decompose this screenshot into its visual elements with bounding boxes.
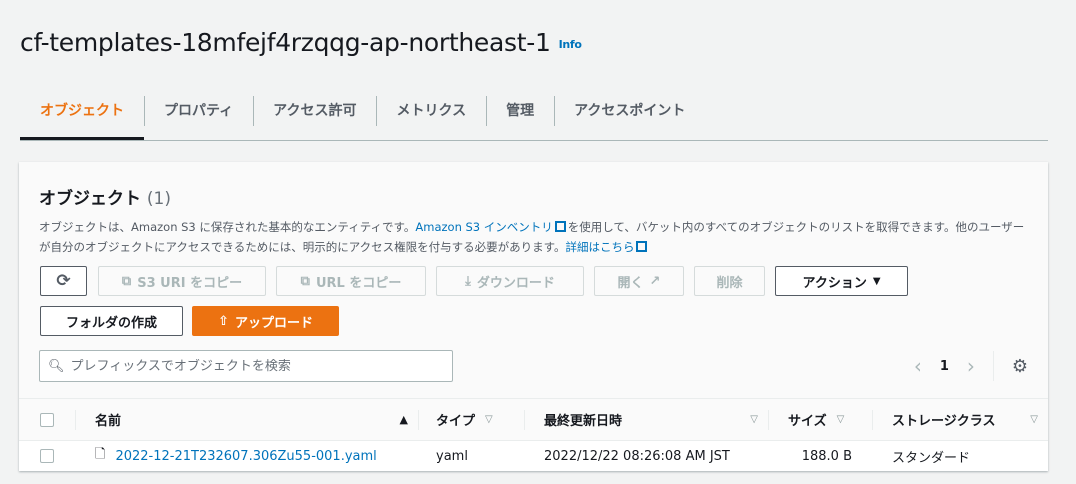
learn-more-link[interactable]: 詳細はこちら	[565, 240, 634, 254]
sort-icon: ▽	[750, 414, 758, 425]
page-number[interactable]: 1	[940, 359, 949, 374]
refresh-button[interactable]: ⟳	[40, 266, 87, 296]
modified-cell: 2022/12/22 08:26:08 AM JST	[544, 448, 730, 464]
sort-icon: ▽	[485, 414, 493, 425]
external-link-icon	[636, 241, 648, 252]
panel-title: オブジェクト (1)	[39, 189, 172, 209]
actions-dropdown[interactable]: アクション ▼	[775, 266, 908, 296]
search-icon: 🔍︎	[48, 358, 65, 374]
refresh-icon: ⟳	[56, 271, 71, 291]
objects-table: 名前 ▲ タイプ ▽ 最終更新日時 ▽ サイズ ▽ ストレージクラス ▽ 🗋 2022-12…	[19, 398, 1048, 471]
upload-button[interactable]: ⇧ アップロード	[192, 306, 339, 336]
delete-button[interactable]: 削除	[694, 266, 765, 296]
row-checkbox[interactable]	[40, 449, 54, 463]
column-type[interactable]: タイプ ▽	[418, 399, 524, 440]
info-link[interactable]: Info	[559, 38, 582, 51]
storage-class-cell: スタンダード	[892, 450, 971, 466]
sort-icon: ▽	[836, 414, 845, 425]
download-button[interactable]: ⤓ ダウンロード	[436, 266, 584, 296]
tab-objects[interactable]: オブジェクト	[20, 96, 144, 140]
panel-description: オブジェクトは、Amazon S3 に保存された基本的なエンティティです。Ama…	[39, 220, 1025, 254]
type-cell: yaml	[436, 448, 468, 464]
tab-access-points[interactable]: アクセスポイント	[554, 96, 705, 140]
external-link-icon	[554, 221, 566, 232]
tab-properties[interactable]: プロパティ	[144, 96, 253, 140]
table-row[interactable]: 🗋 2022-12-21T232607.306Zu55-001.yaml yaml…	[19, 440, 1048, 471]
tab-permissions[interactable]: アクセス許可	[253, 96, 376, 140]
tab-metrics[interactable]: メトリクス	[376, 96, 486, 140]
search-field[interactable]: 🔍︎	[39, 350, 453, 382]
divider	[992, 351, 994, 381]
size-cell: 188.0 B	[801, 448, 852, 464]
bucket-title: cf-templates-18mfejf4rzqqg-ap-northeast-…	[20, 28, 582, 57]
select-all-checkbox[interactable]	[40, 412, 54, 427]
create-folder-button[interactable]: フォルダの作成	[40, 306, 183, 336]
copy-icon: ⧉	[300, 273, 310, 289]
row-select-cell	[19, 441, 75, 471]
column-size[interactable]: サイズ ▽	[768, 399, 872, 440]
open-button[interactable]: 開く ↗	[594, 266, 684, 296]
tab-bar: オブジェクト プロパティ アクセス許可 メトリクス 管理 アクセスポイント	[20, 96, 1048, 141]
copy-icon: ⧉	[121, 273, 132, 289]
settings-gear-icon[interactable]: ⚙	[1012, 356, 1028, 377]
next-page-icon[interactable]: ›	[967, 354, 975, 378]
objects-panel: オブジェクト (1) オブジェクトは、Amazon S3 に保存された基本的なエ…	[19, 162, 1048, 471]
name-cell: 🗋 2022-12-21T232607.306Zu55-001.yaml	[75, 441, 418, 471]
table-header: 名前 ▲ タイプ ▽ 最終更新日時 ▽ サイズ ▽ ストレージクラス ▽	[19, 398, 1048, 440]
caret-down-icon: ▼	[872, 275, 881, 287]
prev-page-icon[interactable]: ‹	[914, 354, 922, 378]
sort-icon: ▽	[1030, 414, 1038, 425]
search-input[interactable]	[70, 358, 452, 374]
download-icon: ⤓	[465, 273, 471, 289]
bucket-name: cf-templates-18mfejf4rzqqg-ap-northeast-…	[20, 28, 551, 57]
sort-asc-icon: ▲	[399, 413, 408, 426]
upload-icon: ⇧	[218, 313, 229, 329]
select-all-cell	[19, 399, 75, 440]
tab-management[interactable]: 管理	[486, 96, 554, 140]
column-storage-class[interactable]: ストレージクラス ▽	[872, 399, 1048, 440]
pagination: ‹ 1 › ⚙	[914, 350, 1028, 382]
object-count: (1)	[146, 189, 172, 209]
copy-s3-uri-button[interactable]: ⧉ S3 URI をコピー	[98, 266, 266, 296]
column-modified[interactable]: 最終更新日時 ▽	[524, 399, 768, 440]
inventory-link[interactable]: Amazon S3 インベントリ	[415, 220, 552, 234]
column-name[interactable]: 名前 ▲	[75, 399, 418, 440]
object-name-link[interactable]: 2022-12-21T232607.306Zu55-001.yaml	[115, 449, 376, 464]
file-icon: 🗋	[95, 447, 106, 462]
copy-url-button[interactable]: ⧉ URL をコピー	[276, 266, 426, 296]
external-link-icon: ↗	[649, 273, 661, 289]
